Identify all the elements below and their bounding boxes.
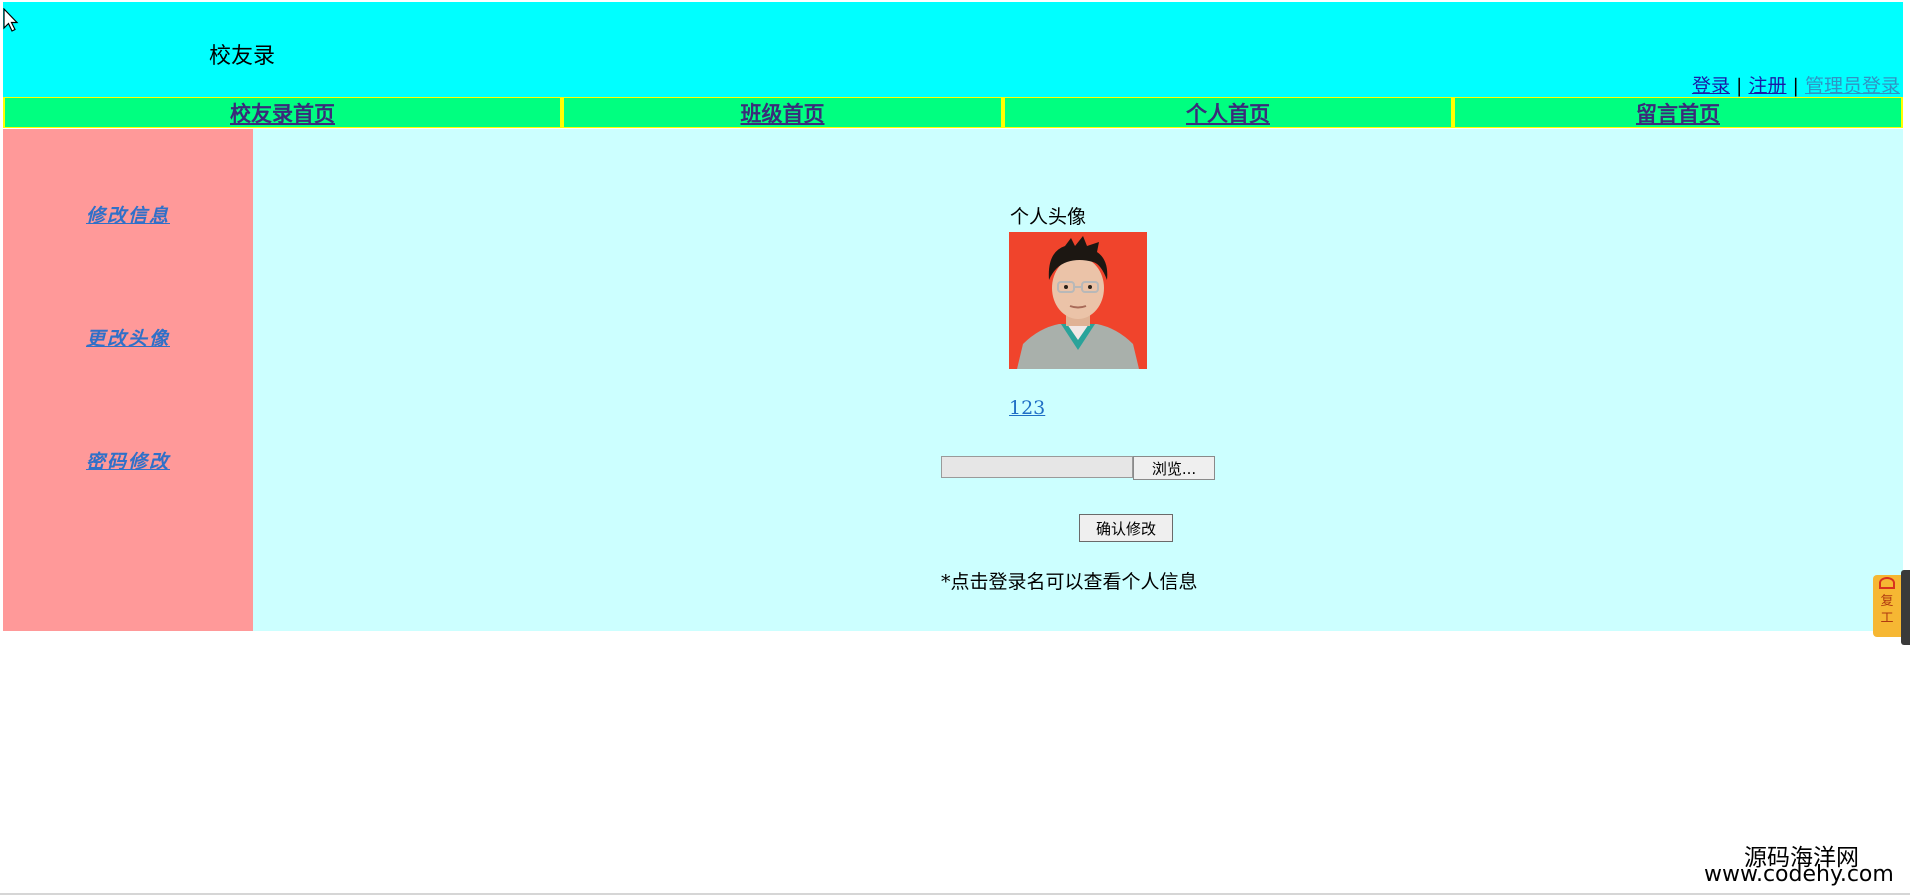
nav-link-alumni-home[interactable]: 校友录首页	[230, 98, 335, 128]
top-links: 登录 | 注册 | 管理员登录	[1692, 71, 1900, 98]
browse-button[interactable]: 浏览...	[1133, 456, 1215, 480]
username-link[interactable]: 123	[1009, 397, 1045, 419]
main-content: 个人头像 123 浏览... 确认修改 *点击登录名可以查看个人信息	[253, 129, 1903, 631]
widget-handle[interactable]	[1901, 570, 1910, 645]
nav-cell-alumni-home: 校友录首页	[3, 98, 562, 127]
site-title: 校友录	[209, 44, 276, 69]
sidebar-item-change-password[interactable]: 密码修改	[3, 447, 253, 474]
avatar-label: 个人头像	[1010, 206, 1087, 228]
gift-bow-icon	[1879, 577, 1895, 589]
main-nav: 校友录首页 班级首页 个人首页 留言首页	[3, 97, 1903, 128]
gift-widget-text-2: 工	[1880, 611, 1894, 626]
sidebar-item-edit-info[interactable]: 修改信息	[3, 201, 253, 228]
watermark-url: www.codehy.com	[1704, 862, 1894, 887]
file-path-input[interactable]	[941, 456, 1133, 478]
page: 校友录 登录 | 注册 | 管理员登录 校友录首页 班级首页 个人首页 留言首页…	[0, 0, 1910, 895]
nav-link-message-home[interactable]: 留言首页	[1636, 98, 1720, 128]
nav-link-personal-home[interactable]: 个人首页	[1186, 98, 1270, 128]
sidebar-item-change-avatar[interactable]: 更改头像	[3, 324, 253, 351]
mouse-cursor-icon	[3, 8, 19, 32]
avatar-image	[1009, 232, 1147, 369]
nav-link-class-home[interactable]: 班级首页	[741, 98, 825, 128]
hint-text: *点击登录名可以查看个人信息	[941, 571, 1198, 593]
admin-login-link[interactable]: 管理员登录	[1805, 75, 1900, 97]
nav-cell-message-home: 留言首页	[1453, 98, 1903, 127]
gift-widget-text-1: 复	[1880, 594, 1894, 609]
confirm-button[interactable]: 确认修改	[1079, 514, 1173, 542]
sidebar: 修改信息 更改头像 密码修改	[3, 129, 253, 631]
gift-widget[interactable]: 复 工	[1873, 575, 1901, 637]
site-header: 校友录 登录 | 注册 | 管理员登录	[3, 2, 1903, 99]
nav-cell-class-home: 班级首页	[562, 98, 1003, 127]
nav-cell-personal-home: 个人首页	[1003, 98, 1453, 127]
login-link[interactable]: 登录	[1692, 75, 1730, 97]
link-separator: |	[1736, 75, 1743, 97]
link-separator: |	[1792, 75, 1799, 97]
register-link[interactable]: 注册	[1748, 75, 1786, 97]
